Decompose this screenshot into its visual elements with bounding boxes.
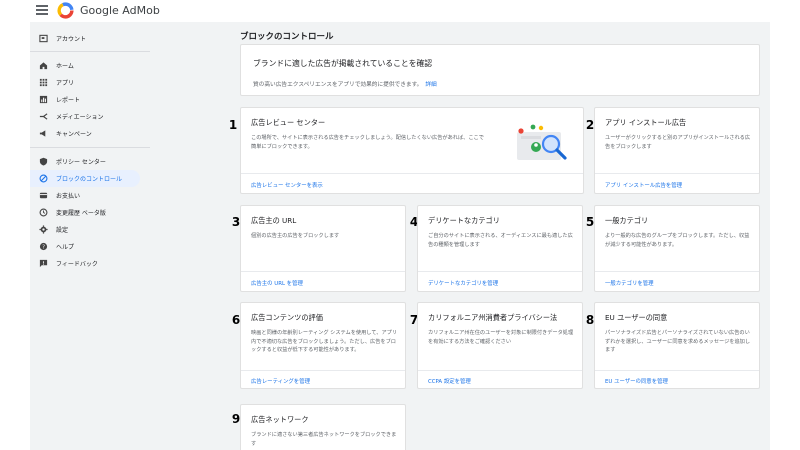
card-title: EU ユーザーの同意 <box>605 313 668 322</box>
block-icon <box>39 174 48 183</box>
card-divider <box>241 370 405 371</box>
card-description: ブランドに適さない第三者広告ネットワークをブロックできます <box>251 432 397 447</box>
account-icon <box>39 34 48 43</box>
sidebar-item-label: ヘルプ <box>56 244 75 251</box>
card-ad-content-rating: 広告コンテンツの評価 映画と同様の年齢別レーティング システムを使用して、アプリ… <box>240 302 406 389</box>
card-divider <box>595 370 759 371</box>
campaign-icon <box>39 129 48 138</box>
card-app-install-ads: アプリ インストール広告 ユーザーがクリックすると別のアプリがインストールされる… <box>594 107 760 194</box>
card-title: 広告コンテンツの評価 <box>251 313 323 322</box>
ad-review-illustration-icon <box>517 124 567 160</box>
sidebar-item-block-controls[interactable]: ブロックのコントロール <box>30 170 140 187</box>
sidebar-divider <box>30 147 150 148</box>
card-sensitive-categories: デリケートなカテゴリ ご自分のサイトに表示される、オーディエンスに最も適した広告… <box>417 205 583 292</box>
manage-ccpa-settings-link[interactable]: CCPA 設定を管理 <box>428 377 471 385</box>
main-content: ブロックのコントロール ブランドに適した広告が掲載されていることを確認 質の高い… <box>150 22 770 450</box>
sidebar-item-mediation[interactable]: メディエーション <box>30 108 140 125</box>
card-description: 個別の広告主の広告をブロックします <box>251 233 340 239</box>
card-title: デリケートなカテゴリ <box>428 216 500 225</box>
svg-text:?: ? <box>42 245 45 251</box>
sidebar-item-label: メディエーション <box>56 114 104 121</box>
history-icon <box>39 208 48 217</box>
sidebar-item-label: 設定 <box>56 227 69 234</box>
home-icon <box>39 61 48 70</box>
manage-general-categories-link[interactable]: 一般カテゴリを管理 <box>605 279 654 287</box>
feedback-icon <box>39 259 48 268</box>
card-divider <box>241 271 405 272</box>
card-title: 広告主の URL <box>251 216 297 225</box>
menu-icon[interactable] <box>36 4 48 16</box>
sidebar-item-label: フィードバック <box>56 261 98 268</box>
card-description: より一般的な広告のグループをブロックします。ただし、収益が減少する可能性がありま… <box>605 233 750 248</box>
help-icon: ? <box>39 242 48 251</box>
card-description: 映画と同様の年齢別レーティング システムを使用して、アプリ内で不適切な広告をブロ… <box>251 330 398 354</box>
card-description: カリフォルニア州在住のユーザーを対象に制限付きデータ処理を有効にする方法をご確認… <box>428 330 574 345</box>
payment-icon <box>39 191 48 200</box>
sidebar-item-home[interactable]: ホーム <box>30 57 140 74</box>
settings-icon <box>39 225 48 234</box>
card-ad-networks: 広告ネットワーク ブランドに適さない第三者広告ネットワークをブロックできます <box>240 404 406 450</box>
manage-eu-consent-link[interactable]: EU ユーザーの同意を管理 <box>605 377 668 385</box>
learn-more-link[interactable]: 詳細 <box>425 82 436 88</box>
sidebar-divider <box>30 51 150 52</box>
sidebar-item-account[interactable]: アカウント <box>30 30 140 47</box>
sidebar-item-payments[interactable]: お支払い <box>30 187 140 204</box>
banner-description: 質の高い広告エクスペリエンスをアプリで効果的に提供できます。 <box>253 82 423 88</box>
info-banner: ブランドに適した広告が掲載されていることを確認 質の高い広告エクスペリエンスをア… <box>240 44 760 96</box>
mediation-icon <box>39 112 48 121</box>
page-title: ブロックのコントロール <box>240 32 334 42</box>
sidebar-item-feedback[interactable]: フィードバック <box>30 255 140 272</box>
sidebar: アカウント ホーム アプリ レポート メディエーション キャンペーン ポリシー … <box>30 22 150 450</box>
card-title: 一般カテゴリ <box>605 216 649 225</box>
card-number: 1 <box>228 118 238 132</box>
report-icon <box>39 95 48 104</box>
card-eu-user-consent: EU ユーザーの同意 パーソナライズド広告とパーソナライズされていない広告のいず… <box>594 302 760 389</box>
card-divider <box>595 173 759 174</box>
card-description: ユーザーがクリックすると別のアプリがインストールされる広告をブロックします <box>605 135 751 150</box>
sidebar-item-settings[interactable]: 設定 <box>30 221 140 238</box>
banner-title: ブランドに適した広告が掲載されていることを確認 <box>253 59 433 68</box>
banner-text: 質の高い広告エクスペリエンスをアプリで効果的に提供できます。 詳細 <box>253 79 437 88</box>
sidebar-item-label: 変更履歴 ベータ版 <box>56 210 106 217</box>
card-divider <box>418 271 582 272</box>
manage-ad-ratings-link[interactable]: 広告レーティングを管理 <box>251 377 310 385</box>
view-ad-review-center-link[interactable]: 広告レビュー センターを表示 <box>251 181 323 189</box>
sidebar-item-label: アカウント <box>56 36 87 43</box>
brand-name: Google AdMob <box>80 4 160 17</box>
sidebar-item-label: ポリシー センター <box>56 159 106 166</box>
card-advertiser-urls: 広告主の URL 個別の広告主の広告をブロックします 広告主の URL を管理 <box>240 205 406 292</box>
policy-icon <box>39 157 48 166</box>
sidebar-item-change-history[interactable]: 変更履歴 ベータ版 <box>30 204 140 221</box>
card-ccpa: カリフォルニア州消費者プライバシー法 カリフォルニア州在住のユーザーを対象に制限… <box>417 302 583 389</box>
card-title: 広告レビュー センター <box>251 118 326 127</box>
card-divider <box>595 271 759 272</box>
manage-advertiser-urls-link[interactable]: 広告主の URL を管理 <box>251 279 303 287</box>
admob-logo-icon <box>57 2 74 19</box>
card-title: カリフォルニア州消費者プライバシー法 <box>428 313 558 322</box>
sidebar-item-help[interactable]: ? ヘルプ <box>30 238 140 255</box>
card-divider <box>241 173 583 174</box>
card-description: ご自分のサイトに表示される、オーディエンスに最も適した広告の種類を管理します <box>428 233 573 248</box>
card-description: パーソナライズド広告とパーソナライズされていない広告のいずれかを選択し、ユーザー… <box>605 330 751 354</box>
manage-sensitive-categories-link[interactable]: デリケートなカテゴリを管理 <box>428 279 498 287</box>
sidebar-item-label: キャンペーン <box>56 131 92 138</box>
card-description: この場所で、サイトに表示される広告をチェックしましょう。配信したくない広告があれ… <box>251 135 484 150</box>
sidebar-item-label: ブロックのコントロール <box>56 176 123 183</box>
sidebar-item-reports[interactable]: レポート <box>30 91 140 108</box>
sidebar-item-campaigns[interactable]: キャンペーン <box>30 125 140 142</box>
top-bar: Google AdMob <box>0 0 800 22</box>
apps-icon <box>39 78 48 87</box>
card-title: アプリ インストール広告 <box>605 118 687 127</box>
sidebar-item-policy-center[interactable]: ポリシー センター <box>30 153 140 170</box>
card-ad-review-center: 広告レビュー センター この場所で、サイトに表示される広告をチェックしましょう。… <box>240 107 584 194</box>
card-general-categories: 一般カテゴリ より一般的な広告のグループをブロックします。ただし、収益が減少する… <box>594 205 760 292</box>
manage-app-install-ads-link[interactable]: アプリ インストール広告を管理 <box>605 181 682 189</box>
card-divider <box>418 370 582 371</box>
sidebar-item-label: お支払い <box>56 193 81 200</box>
sidebar-item-apps[interactable]: アプリ <box>30 74 140 91</box>
sidebar-item-label: ホーム <box>56 63 74 70</box>
sidebar-item-label: レポート <box>56 97 81 104</box>
card-title: 広告ネットワーク <box>251 415 309 424</box>
sidebar-item-label: アプリ <box>56 80 75 87</box>
